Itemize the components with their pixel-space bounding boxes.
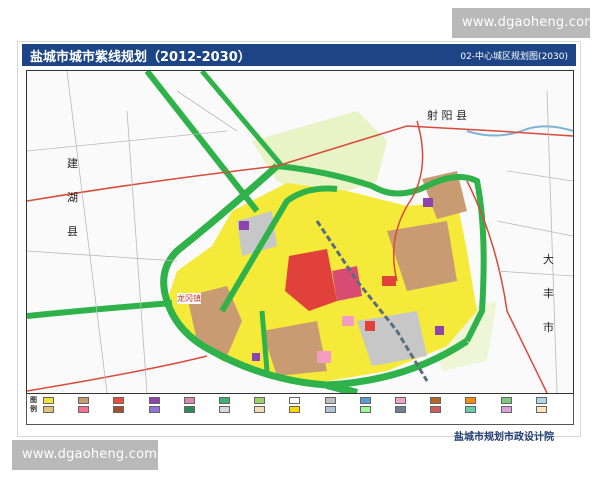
public-1 xyxy=(239,221,249,230)
public-4 xyxy=(435,326,444,335)
legend-swatch xyxy=(219,396,230,404)
legend-swatch xyxy=(324,405,336,413)
legend-item xyxy=(78,396,111,404)
legend-swatch xyxy=(535,405,547,413)
map-canvas xyxy=(27,71,573,393)
legend-item xyxy=(465,396,498,404)
legend-item xyxy=(395,396,428,404)
legend-item xyxy=(254,405,287,413)
legend-item xyxy=(183,405,217,413)
map-legend: 图 例 xyxy=(26,394,574,425)
legend-item xyxy=(43,396,76,404)
title-bar: 盐城市城市紫线规划（2012-2030） 02-中心城区规划图(2030) xyxy=(22,44,576,66)
legend-item xyxy=(254,396,287,404)
design-institute: 盐城市规划市政设计院 xyxy=(454,432,554,443)
legend-item xyxy=(430,405,463,413)
legend-item xyxy=(535,405,569,413)
legend-grid xyxy=(43,396,569,422)
label-east-county-2: 丰 xyxy=(543,287,554,300)
legend-swatch xyxy=(359,405,371,413)
legend-swatch xyxy=(465,405,477,413)
map-sheet: 盐城市城市紫线规划（2012-2030） 02-中心城区规划图(2030) 射 … xyxy=(18,42,580,443)
legend-swatch xyxy=(183,396,195,404)
public-6 xyxy=(342,316,354,326)
legend-item xyxy=(148,405,182,413)
legend-item xyxy=(289,405,322,413)
legend-swatch xyxy=(289,396,301,404)
legend-swatch xyxy=(254,396,266,404)
legend-item xyxy=(78,405,111,413)
legend-swatch xyxy=(500,405,512,413)
legend-item xyxy=(395,405,428,413)
legend-item xyxy=(500,396,534,404)
legend-swatch xyxy=(359,396,371,404)
legend-swatch xyxy=(254,405,266,413)
legend-swatch xyxy=(430,405,442,413)
label-town: 龙冈镇 xyxy=(177,293,201,304)
legend-title: 图 例 xyxy=(30,396,37,413)
legend-swatch xyxy=(78,396,90,404)
public-5 xyxy=(317,351,331,363)
legend-item xyxy=(430,396,463,404)
legend-swatch xyxy=(395,396,406,404)
legend-swatch xyxy=(465,396,477,404)
legend-item xyxy=(289,396,322,404)
watermark-bottom: www.dgaoheng.com xyxy=(12,440,158,470)
legend-item xyxy=(359,405,393,413)
legend-swatch xyxy=(324,396,336,404)
legend-swatch xyxy=(289,405,301,413)
legend-item xyxy=(465,405,498,413)
label-west-county-2: 湖 xyxy=(67,191,78,204)
legend-item xyxy=(535,396,569,404)
label-west-county-3: 县 xyxy=(67,225,78,238)
public-2 xyxy=(252,353,260,361)
legend-swatch xyxy=(148,405,160,413)
legend-swatch xyxy=(430,396,442,404)
legend-item xyxy=(324,396,358,404)
legend-item xyxy=(359,396,393,404)
legend-item xyxy=(113,396,146,404)
label-east-county-3: 市 xyxy=(543,321,554,334)
legend-swatch xyxy=(535,396,547,404)
label-west-county-1: 建 xyxy=(67,157,78,170)
legend-item xyxy=(183,396,217,404)
legend-swatch xyxy=(183,405,195,413)
legend-swatch xyxy=(113,396,125,404)
legend-swatch xyxy=(395,405,406,413)
page-title: 盐城市城市紫线规划（2012-2030） xyxy=(30,50,251,65)
legend-item xyxy=(113,405,146,413)
legend-item xyxy=(219,396,252,404)
label-east-county-1: 大 xyxy=(543,253,554,266)
legend-item xyxy=(500,405,534,413)
legend-item xyxy=(43,405,76,413)
legend-item xyxy=(219,405,252,413)
legend-swatch xyxy=(500,396,512,404)
label-north-county: 射 阳 县 xyxy=(427,109,467,122)
legend-item xyxy=(324,405,358,413)
commercial-block-2 xyxy=(365,321,375,331)
commercial-block-1 xyxy=(382,276,396,286)
legend-swatch xyxy=(113,405,125,413)
public-3 xyxy=(423,198,433,207)
legend-swatch xyxy=(219,405,230,413)
legend-swatch xyxy=(43,405,54,413)
legend-swatch xyxy=(43,396,54,404)
legend-swatch xyxy=(78,405,90,413)
watermark-top: www.dgaoheng.com xyxy=(452,8,597,38)
planning-map[interactable]: 射 阳 县 建 湖 县 大 丰 市 龙冈镇 xyxy=(26,70,574,394)
map-subtitle: 02-中心城区规划图(2030) xyxy=(460,52,568,62)
legend-swatch xyxy=(148,396,160,404)
legend-item xyxy=(148,396,182,404)
